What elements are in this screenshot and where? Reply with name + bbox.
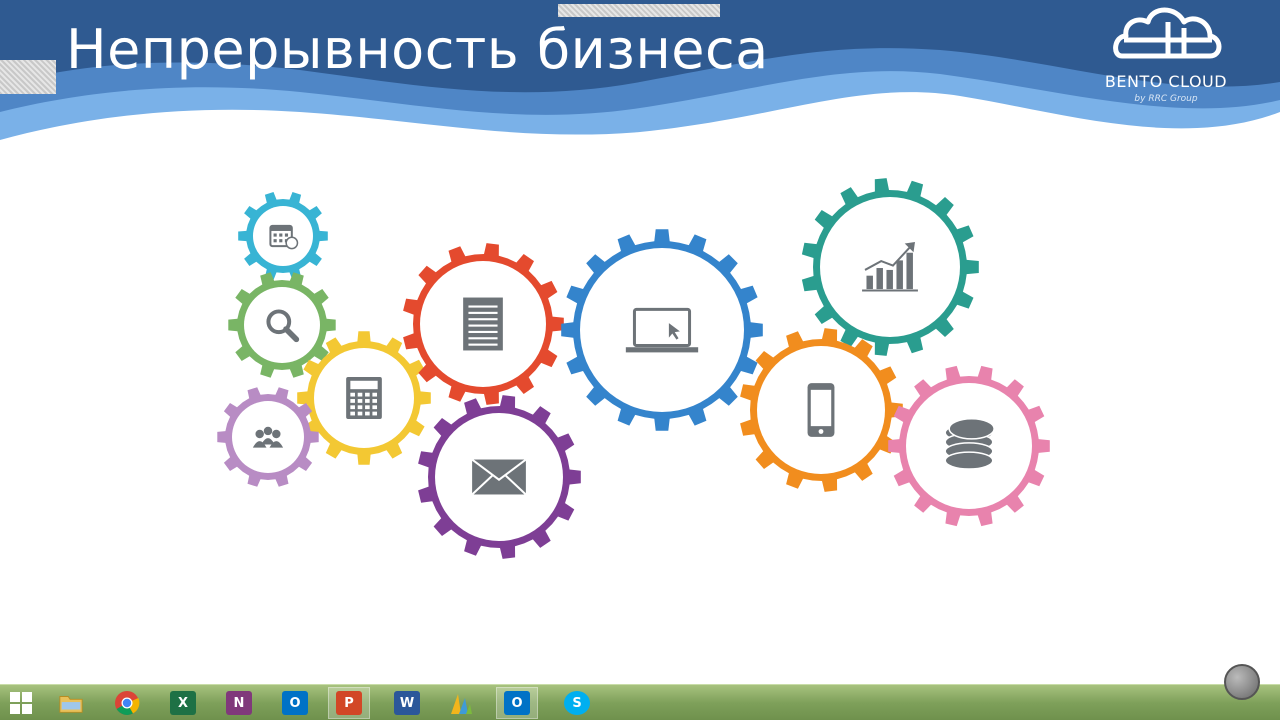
growth-chart-gear-face [820,197,960,337]
outlook-icon: O [504,691,530,715]
taskbar: XNOPWOS [0,684,1280,720]
outlook-icon: O [282,691,308,715]
laptop-gear-face [580,248,744,412]
coins-gear [888,365,1050,527]
envelope-icon [471,458,527,496]
dynamics-icon [448,691,474,715]
calculator-icon [346,377,382,419]
calendar-gear [238,192,328,280]
taskbar-explorer[interactable] [50,687,92,719]
excel-icon: X [170,691,196,715]
corner-control-button[interactable] [1224,664,1260,700]
taskbar-outlook[interactable]: O [274,687,316,719]
taskbar-word-letter: W [399,695,415,711]
powerpoint-icon: P [336,691,362,715]
coins-icon [944,417,995,470]
taskbar-excel[interactable]: X [162,687,204,719]
calendar-gear-face [253,206,313,266]
gears-illustration [217,178,1050,559]
windows-icon [8,691,34,715]
search-gear-face [244,287,320,363]
taskbar-onenote[interactable]: N [218,687,260,719]
taskbar-skype-letter: S [572,695,582,711]
search-gear [228,272,336,378]
taskbar-powerpoint-letter: P [344,695,354,711]
taskbar-outlook-2-letter: O [511,695,523,711]
laptop-gear [561,229,763,431]
chrome-icon [114,691,140,716]
team-gear-face [232,401,304,473]
mail-gear [418,395,581,559]
taskbar-chrome[interactable] [106,687,148,719]
taskbar-powerpoint[interactable]: P [328,687,370,719]
taskbar-outlook-letter: O [289,695,301,711]
folder-icon [58,691,84,715]
taskbar-excel-letter: X [177,695,189,711]
taskbar-skype[interactable]: S [556,687,598,719]
taskbar-dynamics[interactable] [440,687,482,719]
onenote-icon: N [226,691,252,715]
taskbar-outlook-2[interactable]: O [496,687,538,719]
document-icon [463,297,503,351]
document-gear [403,243,564,405]
skype-icon: S [564,691,590,715]
slide-canvas: Непрерывность бизнеса BENTO CLOUD by RRC… [0,0,1280,720]
word-icon: W [394,691,420,715]
smartphone-icon [807,383,835,437]
taskbar-onenote-letter: N [233,695,245,711]
start-button[interactable] [0,687,42,719]
taskbar-word[interactable]: W [386,687,428,719]
